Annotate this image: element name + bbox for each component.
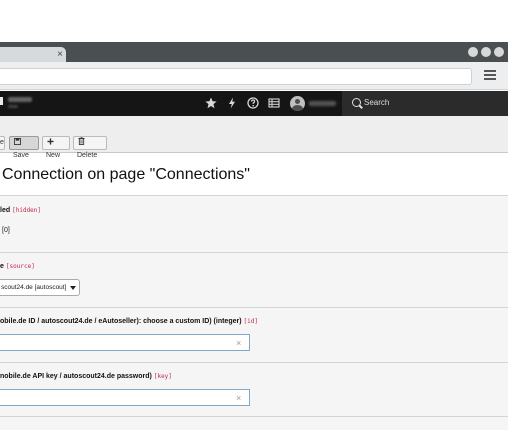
window-close-button[interactable]	[494, 47, 504, 57]
help-icon[interactable]	[247, 97, 259, 109]
star-icon[interactable]	[205, 97, 217, 109]
id-input[interactable]	[0, 334, 250, 351]
save-button[interactable]: Save	[9, 136, 39, 159]
user-avatar[interactable]	[290, 96, 305, 111]
source-select-value: scout24.de [autoscout]	[1, 284, 67, 291]
search-icon[interactable]	[352, 98, 361, 107]
plus-icon	[46, 137, 54, 149]
save-button-label: Save	[13, 152, 29, 159]
field-source-label: e [source]	[0, 263, 35, 270]
field-hidden-label: led [hidden]	[0, 207, 42, 214]
window-maximize-button[interactable]	[481, 47, 491, 57]
close-button-label: e	[0, 139, 4, 146]
field-hidden-key: [hidden]	[12, 207, 42, 214]
bolt-icon[interactable]	[226, 97, 238, 109]
clear-icon[interactable]: ×	[236, 393, 241, 403]
window-minimize-button[interactable]	[468, 47, 478, 57]
search-label[interactable]: Search	[364, 98, 389, 108]
chevron-down-icon[interactable]	[70, 286, 76, 290]
field-key-key: [key]	[153, 373, 172, 380]
floppy-disk-icon	[13, 137, 21, 149]
browser-menu-icon[interactable]	[484, 70, 496, 80]
clear-icon[interactable]: ×	[236, 338, 241, 348]
field-hidden-value: [0]	[2, 227, 10, 234]
list-icon[interactable]	[268, 97, 280, 109]
field-id-key: [id]	[243, 318, 258, 325]
desktop-background	[0, 0, 508, 42]
site-logo[interactable]	[0, 97, 32, 111]
user-name-blurred[interactable]	[309, 101, 336, 106]
address-bar-input[interactable]	[0, 68, 472, 85]
delete-button-label: Delete	[77, 152, 98, 159]
page-title: Connection on page "Connections"	[2, 166, 250, 183]
new-button[interactable]: New	[42, 136, 70, 159]
browser-tab[interactable]: ×	[0, 47, 66, 62]
field-key-label: nobile.de API key / autoscout24.de passw…	[0, 373, 172, 380]
key-input[interactable]	[0, 389, 250, 406]
source-select[interactable]: scout24.de [autoscout]	[0, 279, 80, 296]
field-hidden-section	[0, 196, 508, 252]
tab-close-icon[interactable]: ×	[57, 47, 63, 62]
field-id-label: obile.de ID / autoscout24.de / eAutosell…	[0, 318, 258, 325]
delete-button[interactable]: Delete	[73, 136, 107, 159]
new-button-label: New	[46, 152, 61, 159]
trash-icon	[77, 136, 85, 149]
next-field-section	[0, 417, 508, 430]
close-button[interactable]: e	[0, 136, 5, 150]
browser-tab-bar	[0, 42, 508, 62]
field-source-key: [source]	[5, 263, 35, 270]
